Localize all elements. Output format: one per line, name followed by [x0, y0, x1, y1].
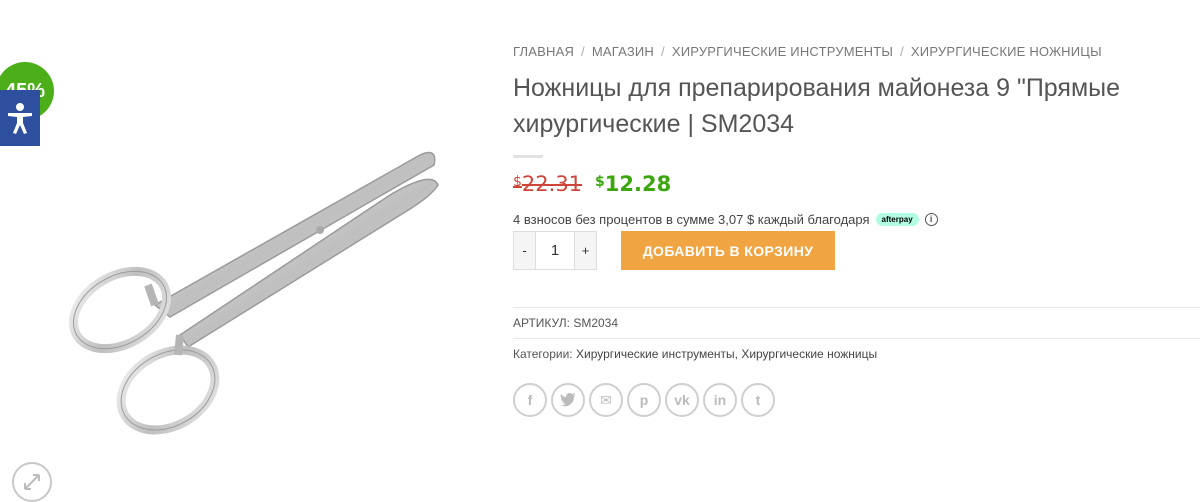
qty-minus-button[interactable]: - — [513, 231, 536, 270]
pinterest-icon[interactable]: p — [627, 383, 661, 417]
vk-icon[interactable]: vk — [665, 383, 699, 417]
sku-value: SM2034 — [573, 316, 619, 330]
divider — [513, 307, 1200, 308]
old-price-value: 22.31 — [521, 172, 583, 196]
sku-label: АРТИКУЛ: — [513, 316, 570, 330]
product-image[interactable] — [60, 135, 480, 445]
breadcrumb-separator: / — [581, 44, 585, 59]
old-price: $22.31 — [513, 172, 582, 196]
afterpay-logo: afterpay — [875, 213, 919, 226]
breadcrumb-surgical-scissors[interactable]: ХИРУРГИЧЕСКИЕ НОЖНИЦЫ — [911, 44, 1102, 59]
quantity-stepper: - 1 + — [513, 231, 597, 270]
linkedin-icon[interactable]: in — [703, 383, 737, 417]
sku: АРТИКУЛ: SM2034 — [513, 316, 618, 330]
category-link-scissors[interactable]: Хирургические ножницы — [741, 347, 877, 361]
zoom-button[interactable] — [12, 462, 52, 502]
currency-symbol: $ — [513, 174, 522, 190]
product-title: Ножницы для препарирования майонеза 9 "П… — [513, 74, 1121, 138]
currency-symbol: $ — [595, 174, 605, 190]
info-icon[interactable]: i — [924, 213, 938, 226]
expand-icon — [24, 474, 40, 490]
tumblr-icon[interactable]: t — [741, 383, 775, 417]
categories: Категории: Хирургические инструменты, Хи… — [513, 347, 878, 361]
divider — [513, 338, 1200, 339]
installments-info: 4 взносов без процентов в сумме 3,07 $ к… — [513, 212, 938, 227]
share-buttons: f ✉ p vk in t — [513, 383, 775, 417]
sale-price: $12.28 — [595, 172, 671, 196]
installments-text: 4 взносов без процентов в сумме 3,07 $ к… — [513, 212, 870, 227]
qty-plus-button[interactable]: + — [574, 231, 597, 270]
breadcrumb: ГЛАВНАЯ / МАГАЗИН / ХИРУРГИЧЕСКИЕ ИНСТРУМЕНТ… — [513, 44, 1102, 59]
breadcrumb-separator: / — [661, 44, 665, 59]
category-link-instruments[interactable]: Хирургические инструменты — [576, 347, 735, 361]
breadcrumb-home[interactable]: ГЛАВНАЯ — [513, 44, 574, 59]
sale-price-value: 12.28 — [604, 172, 672, 196]
breadcrumb-separator: / — [900, 44, 904, 59]
facebook-icon[interactable]: f — [513, 383, 547, 417]
breadcrumb-surgical-instruments[interactable]: ХИРУРГИЧЕСКИЕ ИНСТРУМЕНТЫ — [672, 44, 893, 59]
twitter-icon[interactable] — [551, 383, 585, 417]
accessibility-button[interactable] — [0, 90, 40, 146]
title-divider — [513, 155, 543, 158]
product-gallery: 45% — [0, 0, 480, 502]
accessibility-icon — [8, 103, 32, 134]
breadcrumb-shop[interactable]: МАГАЗИН — [592, 44, 654, 59]
qty-input[interactable]: 1 — [536, 231, 574, 270]
add-to-cart-button[interactable]: ДОБАВИТЬ В КОРЗИНУ — [621, 231, 835, 270]
categories-label: Категории: — [513, 347, 573, 361]
email-icon[interactable]: ✉ — [589, 383, 623, 417]
